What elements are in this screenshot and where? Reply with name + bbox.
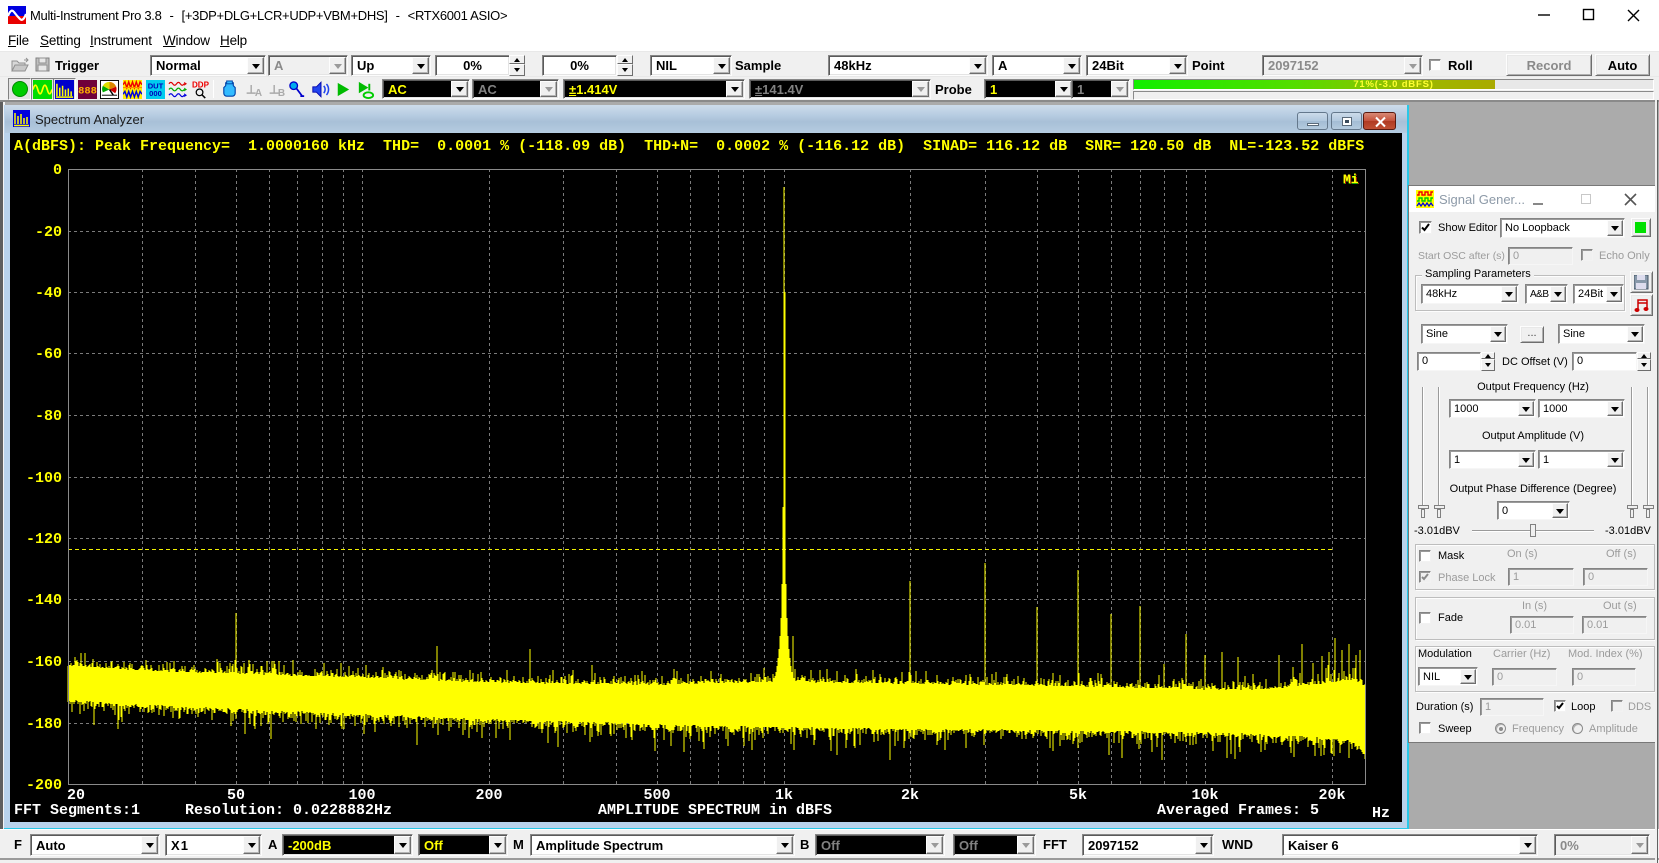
svg-text:2k: 2k — [901, 787, 919, 804]
svg-text:-180: -180 — [26, 716, 62, 733]
svg-text:-200: -200 — [26, 777, 62, 794]
svg-text:5k: 5k — [1069, 787, 1087, 804]
svg-text:200: 200 — [475, 787, 502, 804]
svg-text:Averaged Frames: 5: Averaged Frames: 5 — [1157, 802, 1319, 819]
svg-text:-140: -140 — [26, 592, 62, 609]
svg-text:A(dBFS): Peak Frequency= 1.00: A(dBFS): Peak Frequency= 1.0000160 kHz T… — [14, 138, 1364, 155]
svg-text:Resolution: 0.0228882Hz: Resolution: 0.0228882Hz — [185, 802, 392, 819]
svg-text:-160: -160 — [26, 654, 62, 671]
svg-text:888: 888 — [78, 85, 97, 97]
svg-text:-120: -120 — [26, 531, 62, 548]
svg-text:Hz: Hz — [1372, 805, 1390, 822]
svg-text:000: 000 — [149, 89, 162, 98]
svg-text:20k: 20k — [1318, 787, 1345, 804]
svg-text:-100: -100 — [26, 470, 62, 487]
svg-text:-60: -60 — [35, 346, 62, 363]
svg-text:-20: -20 — [35, 224, 62, 241]
svg-text:-40: -40 — [35, 285, 62, 302]
svg-text:DDP: DDP — [192, 80, 210, 89]
svg-text:0: 0 — [53, 162, 62, 179]
svg-text:Mi: Mi — [1343, 172, 1359, 187]
svg-text:-80: -80 — [35, 408, 62, 425]
svg-text:B: B — [277, 87, 284, 98]
svg-text:AMPLITUDE SPECTRUM in dBFS: AMPLITUDE SPECTRUM in dBFS — [598, 802, 832, 819]
svg-text:FFT Segments:1: FFT Segments:1 — [14, 802, 140, 819]
svg-text:A: A — [254, 87, 261, 98]
